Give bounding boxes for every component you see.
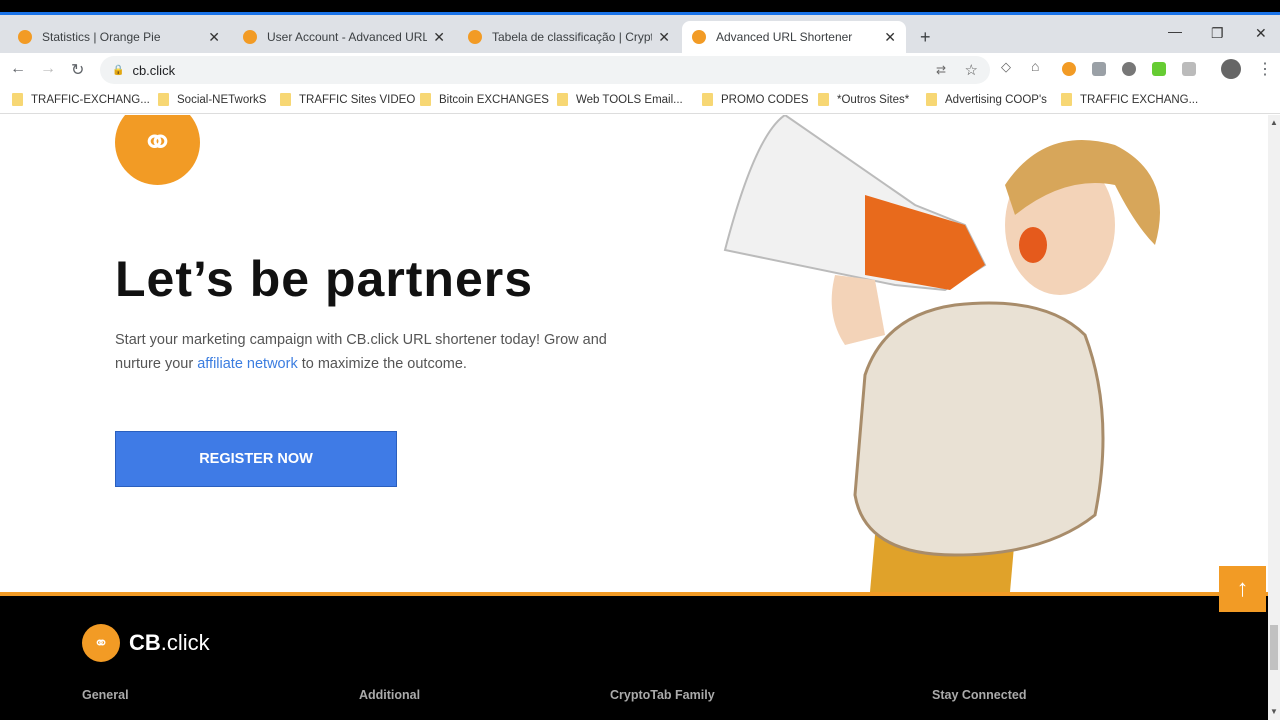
menu-icon[interactable]: ⋮ xyxy=(1257,59,1273,79)
footer-heading-additional: Additional xyxy=(359,688,421,702)
bookmarks-bar: TRAFFIC-EXCHANG... Social-NETworkS TRAFF… xyxy=(0,86,1280,114)
tab-statistics[interactable]: Statistics | Orange Pie ✕ xyxy=(8,21,230,53)
favicon-icon xyxy=(692,30,706,44)
close-window-icon[interactable]: ✕ xyxy=(1255,25,1267,42)
tab-strip: Statistics | Orange Pie ✕ User Account - … xyxy=(0,15,1280,53)
favicon-icon xyxy=(468,30,482,44)
link-logo-icon: ⚭ xyxy=(115,115,200,185)
extension-icon[interactable] xyxy=(1152,62,1166,76)
new-tab-button[interactable]: + xyxy=(910,21,941,53)
footer-heading-general: General xyxy=(82,688,129,702)
forward-icon[interactable]: → xyxy=(40,60,56,78)
folder-icon xyxy=(280,93,291,106)
close-icon[interactable]: ✕ xyxy=(658,29,670,46)
bookmark-folder[interactable]: PROMO CODES xyxy=(702,93,809,106)
close-icon[interactable]: ✕ xyxy=(433,29,445,46)
address-bar[interactable]: 🔒 cb.click ⇄ ☆ xyxy=(100,56,990,84)
megaphone-woman-illustration xyxy=(723,115,1160,592)
folder-icon xyxy=(158,93,169,106)
footer-logo[interactable]: ⚭ CB.click xyxy=(82,624,210,662)
page-title: Let’s be partners xyxy=(115,251,534,307)
tab-user-account[interactable]: User Account - Advanced URL Shortener✕ xyxy=(233,21,455,53)
register-now-button[interactable]: REGISTER NOW xyxy=(115,431,397,487)
footer-heading-cryptotab-family: CryptoTab Family xyxy=(610,688,715,702)
affiliate-network-link[interactable]: affiliate network xyxy=(197,356,297,372)
bookmark-folder[interactable]: Web TOOLS Email... xyxy=(557,93,683,106)
folder-icon xyxy=(818,93,829,106)
scroll-to-top-button[interactable]: ↑ xyxy=(1219,566,1266,612)
bookmark-folder[interactable]: TRAFFIC EXCHANG... xyxy=(1061,93,1198,106)
tab-tabela[interactable]: Tabela de classificação | CryptoTab✕ xyxy=(458,21,680,53)
folder-icon xyxy=(1061,93,1072,106)
bookmark-folder[interactable]: Social-NETworkS xyxy=(158,93,266,106)
restore-icon[interactable]: ❐ xyxy=(1211,25,1224,42)
extension-icon[interactable] xyxy=(1092,62,1106,76)
minimize-icon[interactable]: — xyxy=(1168,23,1182,39)
extension-icon[interactable] xyxy=(1182,62,1196,76)
favicon-icon xyxy=(18,30,32,44)
close-icon[interactable]: ✕ xyxy=(884,29,896,46)
tag-extension-icon[interactable]: ◇ xyxy=(1001,59,1015,74)
title-bar xyxy=(0,0,1280,15)
back-icon[interactable]: ← xyxy=(10,60,26,78)
hero-description: Start your marketing campaign with CB.cl… xyxy=(115,332,607,372)
bookmark-folder[interactable]: Bitcoin EXCHANGES xyxy=(420,93,549,106)
bookmark-folder[interactable]: TRAFFIC-EXCHANG... xyxy=(12,93,150,106)
folder-icon xyxy=(420,93,431,106)
toolbar: ← → ↻ 🔒 cb.click ⇄ ☆ ◇ ⌂ ⋮ xyxy=(0,53,1280,86)
cryptotab-extension-icon[interactable] xyxy=(1062,62,1076,76)
folder-icon xyxy=(12,93,23,106)
translate-icon[interactable]: ⇄ xyxy=(936,63,946,77)
folder-icon xyxy=(702,93,713,106)
bookmark-folder[interactable]: Advertising COOP's xyxy=(926,93,1047,106)
footer-heading-stay-connected: Stay Connected xyxy=(932,688,1027,702)
home-icon[interactable]: ⌂ xyxy=(1031,58,1045,74)
favicon-icon xyxy=(243,30,257,44)
url-text: cb.click xyxy=(132,62,176,78)
footer: ⚭ CB.click General Additional CryptoTab F… xyxy=(0,592,1268,720)
folder-icon xyxy=(926,93,937,106)
lock-icon: 🔒 xyxy=(112,64,125,76)
close-icon[interactable]: ✕ xyxy=(208,29,220,46)
link-logo-icon: ⚭ xyxy=(82,624,120,662)
avatar[interactable] xyxy=(1221,59,1241,79)
scrollbar[interactable]: ▲ ▼ xyxy=(1268,115,1280,720)
bookmark-folder[interactable]: *Outros Sites* xyxy=(818,93,909,106)
star-icon[interactable]: ☆ xyxy=(965,61,978,79)
reload-icon[interactable]: ↻ xyxy=(71,60,84,80)
arrow-up-icon: ↑ xyxy=(1236,575,1249,602)
tab-advanced-url-shortener[interactable]: Advanced URL Shortener ✕ xyxy=(682,21,906,53)
page-content: ⚭ Let’s be partners Start your marketing… xyxy=(0,115,1268,720)
bookmark-folder[interactable]: TRAFFIC Sites VIDEO xyxy=(280,93,415,106)
folder-icon xyxy=(557,93,568,106)
extension-icon[interactable] xyxy=(1122,62,1136,76)
